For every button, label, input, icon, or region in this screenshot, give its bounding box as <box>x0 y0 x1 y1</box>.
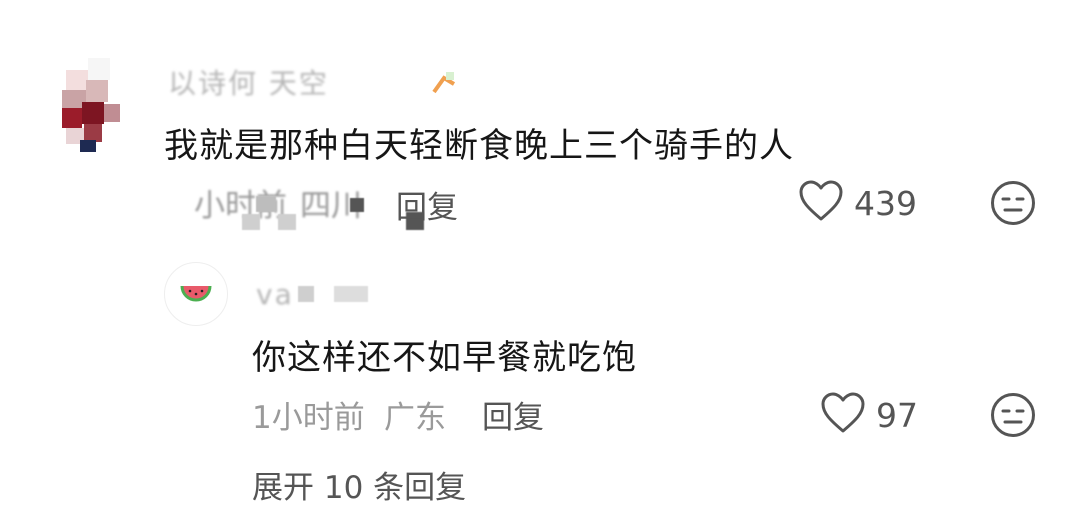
reply-text: 你这样还不如早餐就吃饱 <box>252 338 637 378</box>
reply-button[interactable]: 回复 <box>396 182 458 227</box>
comment-text: 我就是那种白天轻断食晚上三个骑手的人 <box>164 126 794 166</box>
commenter-username[interactable]: 以诗何 天空 <box>168 62 329 102</box>
neutral-face-icon[interactable] <box>990 180 1036 226</box>
reply-username[interactable]: va <box>256 278 294 311</box>
expand-replies-button[interactable]: 展开 10 条回复 <box>252 462 466 507</box>
heart-outline-icon <box>820 392 866 438</box>
mosaic-patch <box>298 286 314 302</box>
mosaic-patch <box>242 214 260 230</box>
reply-avatar[interactable] <box>164 262 228 326</box>
mosaic-patch <box>256 196 276 212</box>
like-count: 439 <box>854 183 917 223</box>
watermelon-icon <box>180 285 212 302</box>
user-badge-icon <box>432 70 456 94</box>
neutral-face-icon[interactable] <box>990 392 1036 438</box>
like-button[interactable]: 439 <box>798 180 917 226</box>
mosaic-patch <box>278 214 296 230</box>
mosaic-patch <box>350 198 364 212</box>
reply-location: 广东 <box>384 400 446 436</box>
reply-button[interactable]: 回复 <box>482 392 544 437</box>
mosaic-patch <box>334 286 368 302</box>
like-count: 97 <box>876 395 918 435</box>
commenter-avatar[interactable] <box>58 58 130 154</box>
like-button[interactable]: 97 <box>820 392 918 438</box>
reply-time: 1小时前 <box>252 400 365 436</box>
heart-outline-icon <box>798 180 844 226</box>
